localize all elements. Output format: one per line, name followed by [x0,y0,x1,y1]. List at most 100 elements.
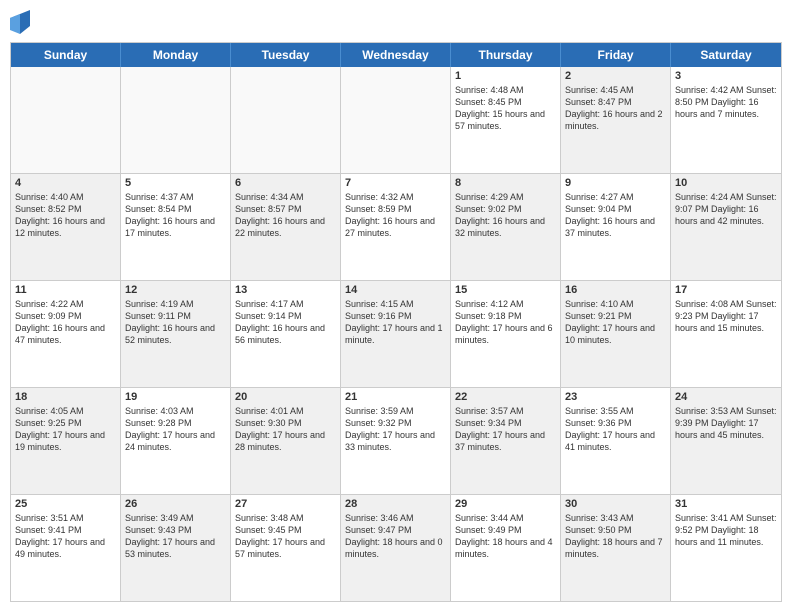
day-info: Sunrise: 3:44 AM Sunset: 9:49 PM Dayligh… [455,512,556,561]
day-info: Sunrise: 4:03 AM Sunset: 9:28 PM Dayligh… [125,405,226,454]
day-cell: 13 Sunrise: 4:17 AM Sunset: 9:14 PM Dayli… [231,281,341,387]
day-info: Sunrise: 4:27 AM Sunset: 9:04 PM Dayligh… [565,191,666,240]
day-info: Sunrise: 4:10 AM Sunset: 9:21 PM Dayligh… [565,298,666,347]
day-cell: 24 Sunrise: 3:53 AM Sunset: 9:39 PM Dayli… [671,388,781,494]
day-cell: 6 Sunrise: 4:34 AM Sunset: 8:57 PM Daylig… [231,174,341,280]
day-cell: 3 Sunrise: 4:42 AM Sunset: 8:50 PM Daylig… [671,67,781,173]
day-info: Sunrise: 4:08 AM Sunset: 9:23 PM Dayligh… [675,298,777,334]
day-cell: 27 Sunrise: 3:48 AM Sunset: 9:45 PM Dayli… [231,495,341,601]
day-number: 1 [455,70,556,82]
day-cell: 21 Sunrise: 3:59 AM Sunset: 9:32 PM Dayli… [341,388,451,494]
day-info: Sunrise: 4:15 AM Sunset: 9:16 PM Dayligh… [345,298,446,347]
day-number: 7 [345,177,446,189]
day-number: 20 [235,391,336,403]
day-cell: 28 Sunrise: 3:46 AM Sunset: 9:47 PM Dayli… [341,495,451,601]
week-row-5: 25 Sunrise: 3:51 AM Sunset: 9:41 PM Dayli… [11,495,781,601]
day-info: Sunrise: 3:49 AM Sunset: 9:43 PM Dayligh… [125,512,226,561]
day-cell [341,67,451,173]
day-cell: 30Sunrise: 3:43 AM Sunset: 9:50 PM Dayli… [561,495,671,601]
day-header-tuesday: Tuesday [231,43,341,67]
day-number: 24 [675,391,777,403]
day-info: Sunrise: 4:32 AM Sunset: 8:59 PM Dayligh… [345,191,446,240]
day-info: Sunrise: 4:40 AM Sunset: 8:52 PM Dayligh… [15,191,116,240]
day-cell: 9 Sunrise: 4:27 AM Sunset: 9:04 PM Daylig… [561,174,671,280]
day-info: Sunrise: 4:29 AM Sunset: 9:02 PM Dayligh… [455,191,556,240]
day-cell: 5Sunrise: 4:37 AM Sunset: 8:54 PM Daylig… [121,174,231,280]
day-cell: 25 Sunrise: 3:51 AM Sunset: 9:41 PM Dayli… [11,495,121,601]
day-cell: 22 Sunrise: 3:57 AM Sunset: 9:34 PM Dayli… [451,388,561,494]
day-cell: 23 Sunrise: 3:55 AM Sunset: 9:36 PM Dayli… [561,388,671,494]
day-number: 12 [125,284,226,296]
day-number: 14 [345,284,446,296]
day-header-monday: Monday [121,43,231,67]
day-info: Sunrise: 4:22 AM Sunset: 9:09 PM Dayligh… [15,298,116,347]
day-number: 6 [235,177,336,189]
day-cell: 17 Sunrise: 4:08 AM Sunset: 9:23 PM Dayli… [671,281,781,387]
day-info: Sunrise: 3:53 AM Sunset: 9:39 PM Dayligh… [675,405,777,441]
page: SundayMondayTuesdayWednesdayThursdayFrid… [0,0,792,612]
day-header-wednesday: Wednesday [341,43,451,67]
day-cell: 16Sunrise: 4:10 AM Sunset: 9:21 PM Dayli… [561,281,671,387]
day-cell: 7 Sunrise: 4:32 AM Sunset: 8:59 PM Daylig… [341,174,451,280]
day-cell: 31Sunrise: 3:41 AM Sunset: 9:52 PM Dayli… [671,495,781,601]
day-info: Sunrise: 3:48 AM Sunset: 9:45 PM Dayligh… [235,512,336,561]
day-header-sunday: Sunday [11,43,121,67]
day-cell: 12 Sunrise: 4:19 AM Sunset: 9:11 PM Dayli… [121,281,231,387]
week-row-3: 11 Sunrise: 4:22 AM Sunset: 9:09 PM Dayli… [11,281,781,388]
day-cell: 14 Sunrise: 4:15 AM Sunset: 9:16 PM Dayli… [341,281,451,387]
logo [10,10,34,34]
day-cell [121,67,231,173]
day-info: Sunrise: 4:45 AM Sunset: 8:47 PM Dayligh… [565,84,666,133]
calendar: SundayMondayTuesdayWednesdayThursdayFrid… [10,42,782,602]
day-number: 23 [565,391,666,403]
day-cell: 19 Sunrise: 4:03 AM Sunset: 9:28 PM Dayli… [121,388,231,494]
day-cell: 11 Sunrise: 4:22 AM Sunset: 9:09 PM Dayli… [11,281,121,387]
day-number: 13 [235,284,336,296]
day-cell: 1Sunrise: 4:48 AM Sunset: 8:45 PM Daylig… [451,67,561,173]
day-cell: 18 Sunrise: 4:05 AM Sunset: 9:25 PM Dayli… [11,388,121,494]
day-cell: 26 Sunrise: 3:49 AM Sunset: 9:43 PM Dayli… [121,495,231,601]
day-cell: 10Sunrise: 4:24 AM Sunset: 9:07 PM Dayli… [671,174,781,280]
day-info: Sunrise: 4:42 AM Sunset: 8:50 PM Dayligh… [675,84,777,120]
day-cell: 4 Sunrise: 4:40 AM Sunset: 8:52 PM Daylig… [11,174,121,280]
day-number: 11 [15,284,116,296]
day-cell: 8 Sunrise: 4:29 AM Sunset: 9:02 PM Daylig… [451,174,561,280]
day-info: Sunrise: 3:51 AM Sunset: 9:41 PM Dayligh… [15,512,116,561]
day-info: Sunrise: 4:01 AM Sunset: 9:30 PM Dayligh… [235,405,336,454]
day-info: Sunrise: 4:19 AM Sunset: 9:11 PM Dayligh… [125,298,226,347]
day-number: 25 [15,498,116,510]
day-number: 28 [345,498,446,510]
day-number: 29 [455,498,556,510]
day-header-saturday: Saturday [671,43,781,67]
day-cell: 15Sunrise: 4:12 AM Sunset: 9:18 PM Dayli… [451,281,561,387]
day-cell [11,67,121,173]
day-number: 8 [455,177,556,189]
day-info: Sunrise: 3:43 AM Sunset: 9:50 PM Dayligh… [565,512,666,561]
day-info: Sunrise: 4:17 AM Sunset: 9:14 PM Dayligh… [235,298,336,347]
day-number: 17 [675,284,777,296]
day-number: 3 [675,70,777,82]
day-number: 27 [235,498,336,510]
day-info: Sunrise: 3:59 AM Sunset: 9:32 PM Dayligh… [345,405,446,454]
day-info: Sunrise: 3:41 AM Sunset: 9:52 PM Dayligh… [675,512,777,548]
day-info: Sunrise: 4:05 AM Sunset: 9:25 PM Dayligh… [15,405,116,454]
day-number: 4 [15,177,116,189]
day-number: 9 [565,177,666,189]
week-row-1: 1Sunrise: 4:48 AM Sunset: 8:45 PM Daylig… [11,67,781,174]
day-cell [231,67,341,173]
day-info: Sunrise: 4:34 AM Sunset: 8:57 PM Dayligh… [235,191,336,240]
day-number: 2 [565,70,666,82]
day-number: 22 [455,391,556,403]
day-info: Sunrise: 3:46 AM Sunset: 9:47 PM Dayligh… [345,512,446,561]
calendar-body: 1Sunrise: 4:48 AM Sunset: 8:45 PM Daylig… [11,67,781,601]
day-info: Sunrise: 3:55 AM Sunset: 9:36 PM Dayligh… [565,405,666,454]
day-number: 18 [15,391,116,403]
day-number: 21 [345,391,446,403]
day-info: Sunrise: 3:57 AM Sunset: 9:34 PM Dayligh… [455,405,556,454]
day-number: 26 [125,498,226,510]
header [10,10,782,34]
day-number: 19 [125,391,226,403]
day-info: Sunrise: 4:37 AM Sunset: 8:54 PM Dayligh… [125,191,226,240]
day-headers: SundayMondayTuesdayWednesdayThursdayFrid… [11,43,781,67]
day-cell: 20 Sunrise: 4:01 AM Sunset: 9:30 PM Dayli… [231,388,341,494]
